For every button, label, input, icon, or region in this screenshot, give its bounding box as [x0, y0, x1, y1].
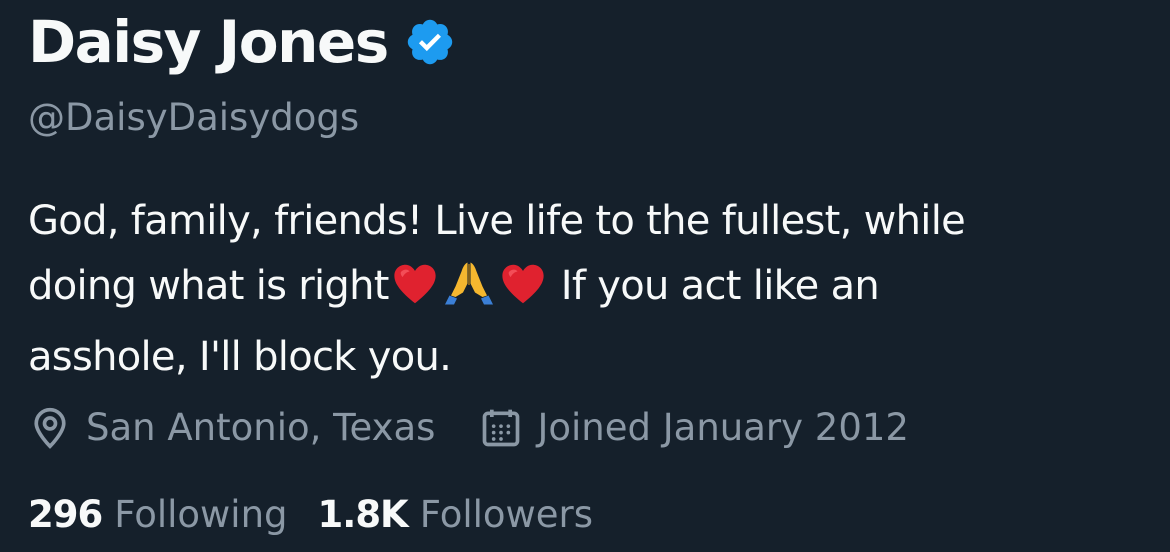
verified-badge-icon[interactable] — [404, 16, 456, 68]
bio-line: doing what is right If you act like an — [28, 254, 1138, 325]
calendar-icon — [483, 409, 520, 447]
followers-link[interactable]: 1.8K Followers — [318, 490, 594, 540]
red-heart-icon — [501, 260, 545, 325]
display-name: Daisy Jones — [28, 8, 389, 76]
name-row: Daisy Jones — [28, 6, 456, 78]
red-heart-icon — [393, 260, 437, 325]
location-pin-icon — [34, 407, 66, 449]
profile-meta: San Antonio, Texas Joined January 2012 — [28, 403, 909, 453]
following-link[interactable]: 296 Following — [28, 490, 288, 540]
location-text: San Antonio, Texas — [86, 406, 436, 449]
following-count: 296 — [28, 493, 103, 536]
bio: God, family, friends! Live life to the f… — [28, 189, 1138, 390]
join-date: Joined January 2012 — [479, 403, 909, 453]
join-date-text: Joined January 2012 — [537, 406, 909, 449]
followers-label: Followers — [419, 493, 594, 536]
profile-header: Daisy Jones @DaisyDaisydogs God, family,… — [0, 0, 1170, 552]
folded-hands-icon — [444, 259, 493, 325]
bio-text: doing what is right — [28, 263, 389, 309]
followers-count: 1.8K — [317, 493, 409, 536]
location: San Antonio, Texas — [28, 403, 435, 453]
bio-line: God, family, friends! Live life to the f… — [28, 198, 966, 244]
user-handle: @DaisyDaisydogs — [28, 96, 360, 139]
follow-stats: 296 Following 1.8K Followers — [28, 490, 593, 540]
following-label: Following — [114, 493, 288, 536]
bio-line: asshole, I'll block you. — [28, 334, 452, 380]
bio-text: If you act like an — [548, 263, 880, 309]
